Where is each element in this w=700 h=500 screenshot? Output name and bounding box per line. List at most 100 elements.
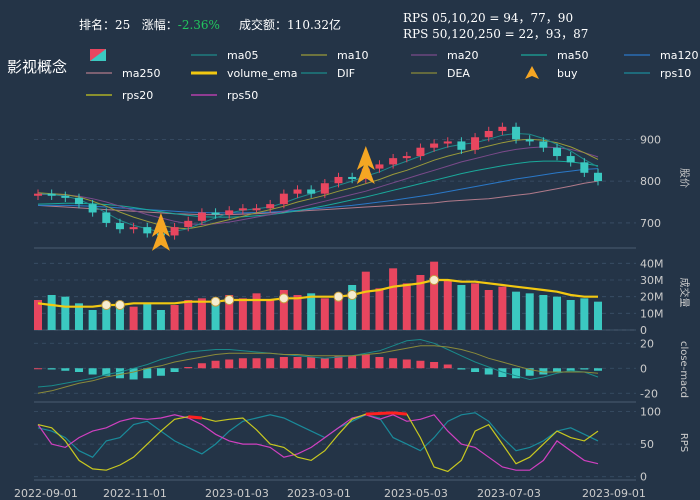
macd-hist-bar [443, 364, 452, 369]
candle [471, 137, 480, 150]
price-panel: 700 800 900 股价 [34, 122, 690, 251]
candle [143, 227, 152, 234]
price-panel-tick-label: 900 [640, 133, 661, 146]
candle [307, 189, 316, 194]
macd-panel-tick-label: 0 [640, 362, 647, 375]
macd-hist-bar [279, 357, 288, 369]
rps-panel-tick-label: 50 [640, 438, 654, 451]
candle [211, 212, 220, 215]
x-tick-label: 2023-05-03 [384, 487, 448, 500]
macd-hist-bar [348, 355, 357, 369]
macd-hist-bar [402, 359, 411, 369]
candle [74, 197, 83, 205]
volume-panel-tick-label: 20M [640, 291, 664, 304]
volume-marker [101, 300, 112, 310]
dif-line [37, 338, 599, 388]
macd-hist-bar [143, 368, 152, 379]
volume-bar [156, 310, 165, 330]
candle [129, 227, 138, 230]
price-panel-axis-label: 股价 [678, 168, 690, 188]
plot-area: 700800900股价010M20M30M40M成交量-20020 close-m… [14, 122, 691, 500]
volume-bar [512, 291, 521, 330]
macd-hist-bar [211, 360, 220, 369]
volume-bar [252, 293, 261, 330]
candle [184, 220, 193, 228]
volume-bar [129, 306, 138, 330]
volume-panel: 0 10M 20M 30M 40M 成交量 [34, 257, 691, 337]
rps-panel-axis-label: RPS [678, 433, 689, 452]
candle [389, 158, 398, 165]
macd-hist-bar [484, 368, 493, 375]
macd-hist-bar [170, 368, 179, 372]
candle [279, 193, 288, 205]
macd-hist-bar [293, 357, 302, 369]
macd-hist-bar [74, 368, 83, 372]
candle [484, 130, 493, 138]
volume-bar [402, 283, 411, 330]
volume-marker [333, 291, 344, 302]
volume-panel-tick-label: 30M [640, 274, 664, 287]
price-panel-tick-label: 700 [640, 217, 661, 230]
macd-hist-bar [115, 368, 124, 379]
macd-hist-bar [266, 358, 275, 369]
macd-hist-bar [61, 368, 70, 371]
volume-bar [61, 296, 70, 330]
candle [252, 208, 261, 211]
volume-bar [539, 295, 548, 330]
rps10-line [37, 412, 599, 458]
volume-bar [566, 300, 575, 330]
chart-root: 排名：25 涨幅：-2.36% 成交额：110.32亿 RPS 05,10,20… [0, 0, 700, 500]
volume-bar [47, 295, 56, 330]
candle [61, 195, 70, 198]
volume-bar [457, 285, 466, 330]
candle [115, 222, 124, 230]
volume-bar [443, 280, 452, 330]
volume-bar [320, 298, 329, 330]
candle [375, 164, 384, 169]
candle [525, 139, 534, 142]
x-tick-label: 2022-11-01 [103, 487, 167, 500]
macd-hist-bar [197, 363, 206, 369]
rps-panel-tick-label: 100 [640, 406, 661, 419]
candle [88, 204, 97, 213]
candle [225, 210, 234, 215]
x-tick-label: 2023-03-01 [287, 487, 351, 500]
macd-hist-bar [594, 368, 602, 371]
volume-bar [307, 293, 316, 330]
candle [102, 212, 111, 223]
rps-high-segment [365, 411, 380, 416]
candle [197, 212, 206, 221]
ma05-line [37, 132, 599, 233]
volume-marker [429, 275, 440, 285]
candle [553, 147, 562, 157]
x-tick-label: 2023-09-01 [582, 487, 646, 500]
candle [320, 183, 329, 194]
candle [443, 141, 452, 144]
volume-bar [553, 296, 562, 330]
macd-hist-bar [416, 360, 425, 369]
candle [580, 162, 589, 173]
candle [498, 126, 507, 131]
volume-bar [430, 261, 439, 330]
volume-panel-tick-label: 10M [640, 307, 664, 320]
macd-panel: -20 0 20 close-macd [34, 337, 689, 403]
volume-bar [266, 300, 275, 330]
volume-bar [498, 286, 507, 330]
candle [238, 208, 247, 211]
volume-panel-tick-label: 0 [640, 324, 647, 337]
macd-hist-bar [129, 368, 138, 380]
macd-hist-bar [307, 357, 316, 369]
macd-panel-axis-label: close-macd [678, 341, 689, 398]
volume-bar [580, 298, 589, 330]
macd-hist-bar [225, 359, 234, 369]
macd-hist-bar [320, 358, 329, 369]
macd-hist-bar [47, 368, 56, 370]
ma10-line [37, 138, 599, 230]
macd-panel-tick-label: 20 [640, 337, 654, 350]
ma250-line [37, 180, 599, 216]
price-panel-tick-label: 800 [640, 175, 661, 188]
candle [594, 172, 602, 182]
volume-bar [143, 303, 152, 330]
macd-hist-bar [88, 368, 97, 375]
volume-bar [238, 298, 247, 330]
